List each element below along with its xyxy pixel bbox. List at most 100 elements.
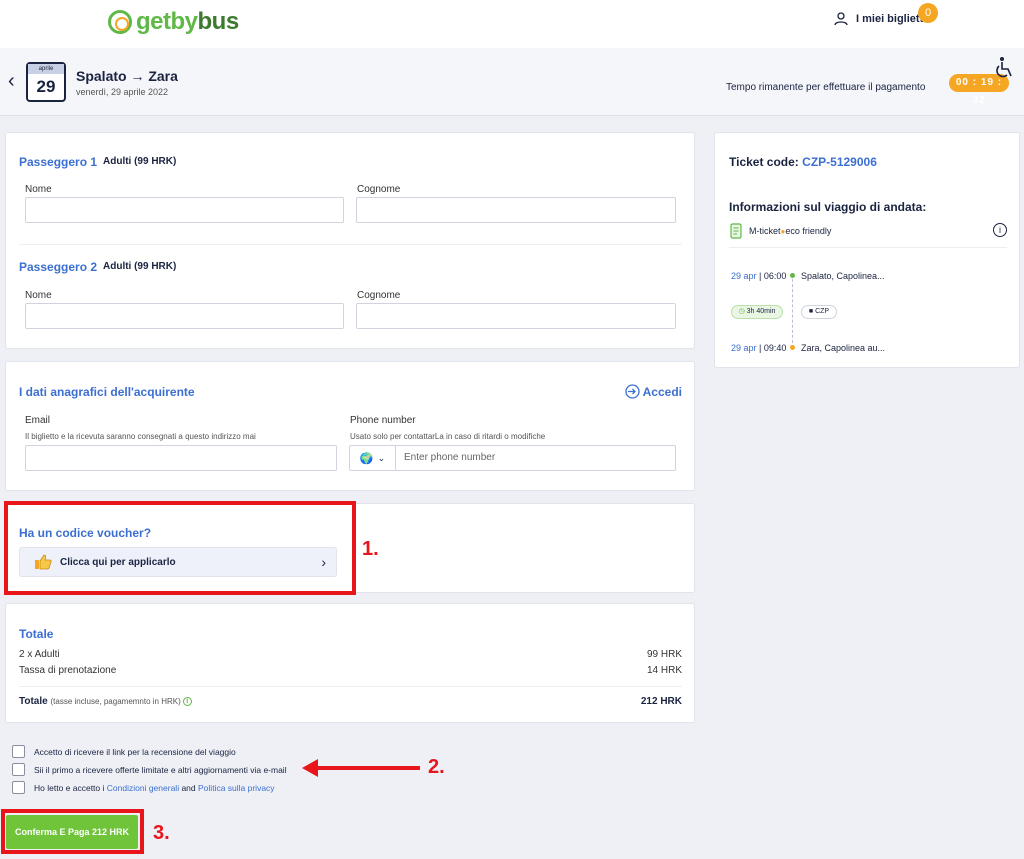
passenger-1-first-name-input[interactable] [25, 197, 344, 223]
divider [729, 247, 1007, 248]
annotation-number-3: 3. [153, 822, 170, 844]
consent-terms[interactable]: Ho letto e accetto i Condizioni generali… [12, 781, 275, 794]
phone-input[interactable]: 🌍 ⌄ Enter phone number [349, 445, 676, 471]
total-row: 2 x Adulti 99 HRK [19, 649, 682, 660]
offers-checkbox[interactable] [12, 763, 25, 776]
passenger-1-title: Passeggero 1 [19, 155, 98, 169]
terms-checkbox[interactable] [12, 781, 25, 794]
ticket-summary-card: Ticket code: CZP-5129006 Informazioni su… [714, 132, 1020, 368]
passenger-2-last-name-input[interactable] [356, 303, 676, 329]
annotation-arrow [316, 766, 420, 770]
buyer-title: I dati anagrafici dell'acquirente [19, 385, 195, 399]
annotation-arrow-head-icon [302, 759, 318, 777]
total-card: Totale 2 x Adulti 99 HRK Tassa di prenot… [5, 603, 695, 723]
login-label: Accedi [642, 384, 682, 399]
annotation-number-1: 1. [362, 538, 379, 560]
terms-link[interactable]: Condizioni generali [107, 783, 179, 793]
passenger-2-first-name-label: Nome [25, 290, 52, 301]
arrival-dot-icon [790, 345, 795, 350]
total-row-label: 2 x Adulti [19, 649, 60, 660]
ticket-code: Ticket code: CZP-5129006 [729, 155, 877, 169]
clock-icon: ◷ [738, 308, 745, 315]
passenger-1-last-name-label: Cognome [357, 184, 401, 195]
grand-total-row: Totale (tasse incluse, pagamemnto in HRK… [19, 696, 682, 707]
total-row: Tassa di prenotazione 14 HRK [19, 665, 682, 676]
phone-label: Phone number [350, 415, 416, 426]
email-hint: Il biglietto e la ricevuta saranno conse… [25, 432, 256, 441]
total-row-label: Tassa di prenotazione [19, 665, 117, 676]
passenger-1-first-name-label: Nome [25, 184, 52, 195]
route-title: Spalato → Zara [76, 68, 178, 84]
login-icon [624, 384, 640, 399]
logo[interactable]: getbybus [108, 8, 239, 36]
info-icon[interactable]: i [993, 223, 1007, 237]
bus-icon: ■ [808, 308, 814, 315]
departure-dot-icon [790, 273, 795, 278]
annotation-box-pay [1, 809, 144, 854]
route-line [792, 279, 793, 343]
annotation-number-2: 2. [428, 756, 445, 778]
arrival-time: 29 apr | 09:40 [731, 343, 787, 353]
mticket-icon [730, 223, 742, 239]
header: getbybus I miei biglietti 0 [0, 0, 1024, 48]
phone-hint: Usato solo per contattarLa in caso di ri… [350, 432, 546, 441]
info-icon[interactable]: i [182, 696, 192, 706]
calendar-month: aprile [28, 64, 64, 74]
phone-placeholder: Enter phone number [404, 452, 496, 463]
timer-label: Tempo rimanente per effettuare il pagame… [726, 82, 926, 93]
user-icon [834, 12, 848, 26]
annotation-box-voucher [4, 501, 356, 595]
passenger-2-title: Passeggero 2 [19, 260, 98, 274]
calendar-icon: aprile 29 [26, 62, 66, 102]
country-selector[interactable]: 🌍 ⌄ [350, 446, 396, 470]
accessibility-icon[interactable] [994, 56, 1016, 80]
passenger-1-type: Adulti (99 HRK) [103, 156, 177, 167]
arrival-stop: Zara, Capolinea au... [801, 343, 886, 353]
review-label: Accetto di ricevere il link per la recen… [34, 746, 236, 757]
trip-info-title: Informazioni sul viaggio di andata: [729, 200, 927, 214]
grand-total-value: 212 HRK [640, 696, 682, 707]
terms-and: and [181, 782, 196, 793]
passenger-1-last-name-input[interactable] [356, 197, 676, 223]
email-label: Email [25, 415, 51, 426]
mticket-badge: M-ticket ● eco friendly [729, 223, 831, 239]
total-row-value: 99 HRK [646, 649, 682, 660]
back-chevron-icon[interactable]: ‹ [8, 70, 15, 93]
terms-prefix: Ho letto e accetto i [34, 782, 105, 793]
total-row-value: 14 HRK [646, 665, 682, 676]
eco-label: eco friendly [785, 226, 832, 236]
privacy-link[interactable]: Politica sulla privacy [198, 783, 275, 793]
login-link[interactable]: Accedi [624, 384, 682, 399]
globe-icon: 🌍 [359, 452, 374, 465]
departure-time: 29 apr | 06:00 [731, 271, 787, 281]
email-input[interactable] [25, 445, 337, 471]
passengers-card: Passeggero 1 Adulti (99 HRK) Nome Cognom… [5, 132, 695, 349]
review-checkbox[interactable] [12, 745, 25, 758]
trip-bar: ‹ aprile 29 Spalato → Zara venerdì, 29 a… [0, 48, 1024, 116]
passenger-2-first-name-input[interactable] [25, 303, 344, 329]
consent-offers[interactable]: Sii il primo a ricevere offerte limitate… [12, 763, 287, 776]
logo-icon [108, 10, 132, 34]
duration-badge: ◷ 3h 40min [731, 305, 783, 319]
ticket-code-value: CZP-5129006 [802, 155, 877, 169]
buyer-card: I dati anagrafici dell'acquirente Accedi… [5, 361, 695, 491]
calendar-day: 29 [36, 77, 56, 96]
logo-text: getbybus [136, 8, 239, 35]
my-tickets-label: I miei biglietti [856, 13, 927, 25]
route-date: venerdì, 29 aprile 2022 [76, 87, 169, 97]
mticket-label: M-ticket [749, 226, 781, 236]
notification-badge[interactable]: 0 [918, 3, 938, 23]
total-title: Totale [19, 627, 54, 641]
offers-label: Sii il primo a ricevere offerte limitate… [34, 764, 287, 775]
carrier-badge: ■ CZP [801, 305, 837, 319]
departure-stop: Spalato, Capolinea... [801, 271, 885, 281]
chevron-down-icon: ⌄ [377, 452, 386, 463]
my-tickets-link[interactable]: I miei biglietti [834, 12, 926, 26]
passenger-2-last-name-label: Cognome [357, 290, 401, 301]
grand-total-note: (tasse incluse, pagamemnto in HRK) [50, 697, 181, 706]
divider [19, 686, 682, 687]
grand-total-label: Totale [19, 696, 48, 707]
consent-review[interactable]: Accetto di ricevere il link per la recen… [12, 745, 236, 758]
passenger-2-type: Adulti (99 HRK) [103, 261, 177, 272]
divider [19, 244, 682, 245]
